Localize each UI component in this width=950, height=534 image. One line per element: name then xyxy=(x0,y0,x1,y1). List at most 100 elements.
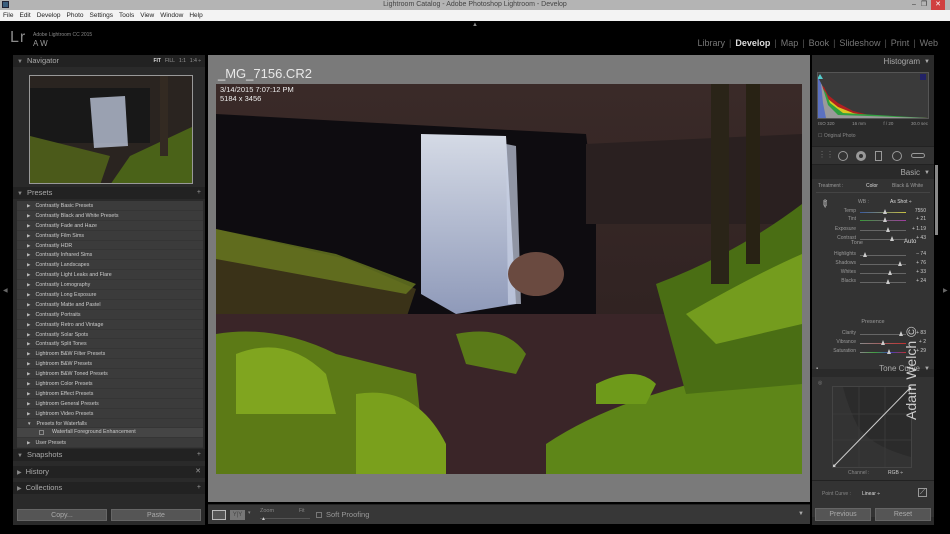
slider-value[interactable]: + 21 xyxy=(916,216,926,222)
slider-thumb[interactable] xyxy=(886,227,891,232)
preset-folder[interactable]: ▶ Contrastly Lomography xyxy=(17,280,203,291)
preset-folder[interactable]: ▶ Lightroom Video Presets xyxy=(17,409,203,419)
target-adjust-icon[interactable]: ◎ xyxy=(818,380,822,386)
module-print[interactable]: Print xyxy=(887,38,914,48)
preset-folder[interactable]: ▼ Presets for Waterfalls xyxy=(17,419,203,429)
presets-header[interactable]: ▼ Presets + xyxy=(13,187,205,199)
menu-tools[interactable]: Tools xyxy=(119,12,134,19)
preset-folder[interactable]: ▶ Lightroom B&W Presets xyxy=(17,359,203,370)
previous-button[interactable]: Previous xyxy=(815,508,871,521)
preset-folder[interactable]: ▶ Contrastly Split Tones xyxy=(17,339,203,350)
tone-curve-graph[interactable] xyxy=(832,386,912,468)
zoom-1-1[interactable]: 1:1 xyxy=(179,55,186,67)
collections-header[interactable]: ▶ Collections + xyxy=(13,482,205,494)
preset-folder[interactable]: ▶ Contrastly Infrared Sims xyxy=(17,250,203,261)
preset-folder[interactable]: ▶ Contrastly Solar Spots xyxy=(17,330,203,340)
menu-edit[interactable]: Edit xyxy=(19,12,30,19)
menu-settings[interactable]: Settings xyxy=(90,12,114,19)
slider-value[interactable]: + 76 xyxy=(916,260,926,266)
menu-view[interactable]: View xyxy=(140,12,154,19)
slider-whites[interactable]: Whites + 33 xyxy=(812,269,934,278)
menu-photo[interactable]: Photo xyxy=(67,12,84,19)
menu-develop[interactable]: Develop xyxy=(37,12,61,19)
slider-track[interactable] xyxy=(860,352,906,353)
auto-tone-button[interactable]: Auto xyxy=(904,239,916,245)
slider-thumb[interactable] xyxy=(882,217,887,222)
toolbar-content-dropdown-icon[interactable]: ▼ xyxy=(798,511,804,517)
slider-highlights[interactable]: Highlights – 74 xyxy=(812,251,934,260)
preset-folder[interactable]: ▶ Contrastly Matte and Pastel xyxy=(17,300,203,310)
slider-shadows[interactable]: Shadows + 76 xyxy=(812,260,934,269)
preset-folder[interactable]: ▶ Contrastly Long Exposure xyxy=(17,290,203,300)
navigator-header[interactable]: ▼ Navigator FIT FILL 1:1 1:4 ÷ xyxy=(13,55,205,67)
history-header[interactable]: ▶ History ✕ xyxy=(13,466,205,478)
crop-tool-icon[interactable]: ⋮⋮ xyxy=(818,150,834,159)
treatment-bw[interactable]: Black & White xyxy=(892,183,923,189)
preset-folder[interactable]: ▶ User Presets xyxy=(17,438,203,449)
zoom-slider[interactable] xyxy=(260,518,310,519)
left-panel-toggle-icon[interactable]: ◀ xyxy=(3,287,8,294)
panel-switch-icon[interactable]: ▪ xyxy=(816,362,818,376)
module-library[interactable]: Library xyxy=(693,38,729,48)
slider-track[interactable] xyxy=(860,230,906,231)
histogram[interactable] xyxy=(817,72,929,119)
preset-folder[interactable]: ▶ Contrastly Light Leaks and Flare xyxy=(17,270,203,281)
zoom-fill[interactable]: FILL xyxy=(165,55,175,67)
zoom-ratio[interactable]: 1:4 ÷ xyxy=(190,55,201,67)
slider-value[interactable]: + 24 xyxy=(916,278,926,284)
slider-thumb[interactable] xyxy=(882,209,887,214)
slider-value[interactable]: – 74 xyxy=(916,251,926,257)
preset-folder[interactable]: ▶ Lightroom B&W Filter Presets xyxy=(17,349,203,360)
graduated-filter-icon[interactable] xyxy=(875,151,882,161)
preset-folder[interactable]: ▶ Contrastly Black and White Presets xyxy=(17,211,203,221)
add-snapshot-icon[interactable]: + xyxy=(197,449,201,461)
preset-folder[interactable]: ▶ Lightroom Color Presets xyxy=(17,379,203,389)
maximize-button[interactable]: ❐ xyxy=(920,0,928,10)
main-photo[interactable]: 3/14/2015 7:07:12 PM 5184 x 3456 xyxy=(216,84,802,474)
slider-thumb[interactable] xyxy=(886,349,891,354)
wb-dropdown[interactable]: As Shot ÷ xyxy=(890,199,912,205)
preset-item[interactable]: Waterfall Foreground Enhancement xyxy=(17,428,203,439)
slider-tint[interactable]: Tint + 21 xyxy=(812,216,934,225)
slider-thumb[interactable] xyxy=(886,279,891,284)
original-photo-toggle[interactable]: ☐ Original Photo xyxy=(818,133,856,139)
radial-filter-icon[interactable] xyxy=(892,151,902,161)
zoom-slider-thumb[interactable]: ▲ xyxy=(261,516,266,522)
preset-folder[interactable]: ▶ Lightroom General Presets xyxy=(17,399,203,409)
slider-value[interactable]: + 33 xyxy=(916,269,926,275)
red-eye-icon[interactable] xyxy=(856,151,866,161)
preset-folder[interactable]: ▶ Contrastly Fade and Haze xyxy=(17,221,203,231)
reset-button[interactable]: Reset xyxy=(875,508,931,521)
before-after-icon[interactable]: Y|Y xyxy=(230,510,245,520)
adjustment-brush-icon[interactable] xyxy=(911,153,925,158)
slider-exposure[interactable]: Exposure + 1.19 xyxy=(812,226,934,235)
basic-header[interactable]: Basic ▼ xyxy=(812,166,934,180)
treatment-color[interactable]: Color xyxy=(866,183,878,189)
right-panel-toggle-icon[interactable]: ▶ xyxy=(943,287,948,294)
slider-thumb[interactable] xyxy=(887,270,892,275)
add-preset-icon[interactable]: + xyxy=(197,187,201,199)
navigator-preview[interactable] xyxy=(29,75,193,184)
slider-value[interactable]: + 43 xyxy=(916,235,926,241)
edit-point-curve-icon[interactable]: ⟋ xyxy=(918,488,927,497)
slider-thumb[interactable] xyxy=(897,261,902,266)
preset-folder[interactable]: ▶ Contrastly Basic Presets xyxy=(17,201,203,211)
snapshots-header[interactable]: ▼ Snapshots + xyxy=(13,449,205,461)
slider-track[interactable] xyxy=(860,273,906,274)
preset-folder[interactable]: ▶ Contrastly Film Sims xyxy=(17,231,203,241)
slider-thumb[interactable] xyxy=(863,252,868,257)
preset-folder[interactable]: ▶ Lightroom B&W Toned Presets xyxy=(17,369,203,380)
before-after-dropdown-icon[interactable]: ▾ xyxy=(248,510,251,516)
slider-value[interactable]: + 2 xyxy=(919,339,926,345)
soft-proofing-checkbox[interactable] xyxy=(316,512,322,518)
preset-folder[interactable]: ▶ Lightroom Effect Presets xyxy=(17,389,203,399)
slider-blacks[interactable]: Blacks + 24 xyxy=(812,278,934,287)
channel-dropdown[interactable]: RGB ÷ xyxy=(888,470,903,476)
slider-track[interactable] xyxy=(860,282,906,283)
slider-thumb[interactable] xyxy=(880,340,885,345)
module-web[interactable]: Web xyxy=(916,38,942,48)
spot-removal-icon[interactable] xyxy=(838,151,848,161)
module-slideshow[interactable]: Slideshow xyxy=(835,38,884,48)
loupe-view-icon[interactable] xyxy=(212,510,226,520)
close-button[interactable]: ✕ xyxy=(931,0,945,10)
